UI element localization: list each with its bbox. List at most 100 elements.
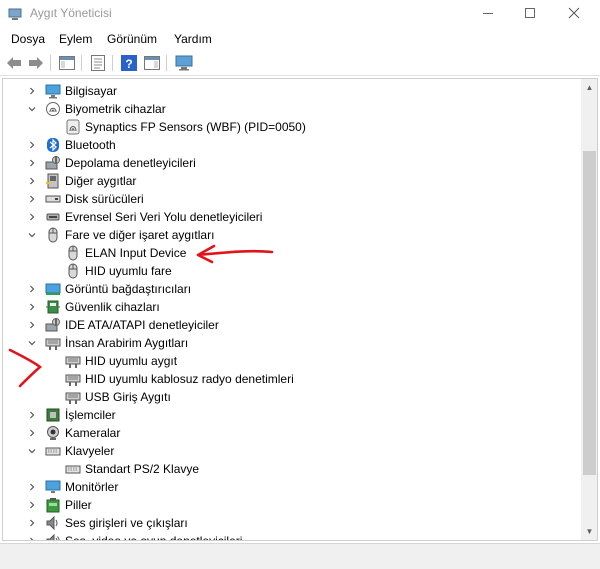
disk-drive-icon — [45, 195, 61, 203]
menu-bar: Dosya Eylem Görünüm Yardım — [0, 29, 600, 49]
close-button[interactable] — [552, 0, 596, 26]
chevron-right-icon[interactable] — [26, 427, 38, 439]
tree-device[interactable]: HID uyumlu fare — [3, 262, 579, 280]
tree-category[interactable]: IDE ATA/ATAPI denetleyiciler — [3, 316, 579, 334]
hid-icon — [65, 356, 81, 368]
tree-device[interactable]: HID uyumlu aygıt — [3, 352, 579, 370]
sound-controller-icon — [46, 533, 60, 540]
tree-category[interactable]: Monitörler — [3, 478, 579, 496]
help-button[interactable]: ? — [120, 54, 138, 72]
maximize-icon — [525, 8, 535, 18]
chevron-down-icon[interactable] — [26, 445, 38, 457]
tree-category[interactable]: Diğer aygıtlar — [3, 172, 579, 190]
tree-node-label: HID uyumlu kablosuz radyo denetimleri — [85, 372, 294, 386]
tree-device[interactable]: HID uyumlu kablosuz radyo denetimleri — [3, 370, 579, 388]
minimize-icon — [483, 12, 493, 14]
vertical-scrollbar[interactable]: ▲ ▼ — [581, 79, 597, 540]
status-bar — [0, 543, 600, 569]
tree-category[interactable]: Ses girişleri ve çıkışları — [3, 514, 579, 532]
chevron-right-icon[interactable] — [26, 481, 38, 493]
tree-category[interactable]: Güvenlik cihazları — [3, 298, 579, 316]
tree-category[interactable]: Piller — [3, 496, 579, 514]
svg-text:?: ? — [125, 57, 132, 71]
security-device-icon — [46, 300, 60, 314]
menu-gorunum[interactable]: Görünüm — [107, 32, 157, 46]
tree-category[interactable]: Ses, video ve oyun denetleyicileri — [3, 532, 579, 541]
back-button[interactable] — [5, 54, 23, 72]
chevron-right-icon[interactable] — [26, 499, 38, 511]
chevron-right-icon[interactable] — [26, 175, 38, 187]
chevron-right-icon[interactable] — [26, 517, 38, 529]
window-title: Aygıt Yöneticisi — [30, 6, 112, 20]
toolbar-separator — [81, 55, 82, 71]
chevron-right-icon[interactable] — [26, 211, 38, 223]
tree-category[interactable]: Biyometrik cihazlar — [3, 100, 579, 118]
chevron-right-icon[interactable] — [26, 157, 38, 169]
help-icon: ? — [121, 55, 137, 71]
tree-node-label: Kameralar — [65, 426, 121, 440]
show-hide-console-tree-button[interactable] — [58, 54, 76, 72]
chevron-right-icon[interactable] — [26, 193, 38, 205]
tree-category[interactable]: Fare ve diğer işaret aygıtları — [3, 226, 579, 244]
maximize-button[interactable] — [508, 0, 552, 26]
menu-eylem[interactable]: Eylem — [59, 32, 92, 46]
tree-category[interactable]: Bluetooth — [3, 136, 579, 154]
scan-hardware-button[interactable] — [175, 54, 193, 72]
tree-node-label: Klavyeler — [65, 444, 115, 458]
minimize-button[interactable] — [466, 0, 510, 26]
tree-category[interactable]: Bilgisayar — [3, 82, 579, 100]
chevron-right-icon[interactable] — [26, 85, 38, 97]
device-tree: Bilgisayar Biyometrik cihazlar Synaptics F… — [2, 78, 598, 541]
scroll-down-button[interactable]: ▼ — [581, 523, 597, 540]
usb-controller-icon — [46, 213, 60, 221]
tree-node-label: Görüntü bağdaştırıcıları — [65, 282, 192, 296]
keyboard-icon — [45, 447, 61, 456]
tree-category[interactable]: İşlemciler — [3, 406, 579, 424]
tree-category[interactable]: İnsan Arabirim Aygıtları — [3, 334, 579, 352]
tree-node-label: Fare ve diğer işaret aygıtları — [65, 228, 215, 242]
tree-device[interactable]: USB Giriş Aygıtı — [3, 388, 579, 406]
tree-node-label: USB Giriş Aygıtı — [85, 390, 171, 404]
chevron-down-icon[interactable] — [26, 229, 38, 241]
toolbar-separator — [50, 55, 51, 71]
chevron-right-icon[interactable] — [26, 409, 38, 421]
properties-button[interactable] — [89, 54, 107, 72]
chevron-down-icon[interactable] — [26, 103, 38, 115]
bluetooth-icon — [47, 138, 59, 152]
tree-device[interactable]: Synaptics FP Sensors (WBF) (PID=0050) — [3, 118, 579, 136]
device-manager-app-icon — [8, 8, 22, 20]
tree-node-label: HID uyumlu aygıt — [85, 354, 178, 368]
tree-device[interactable]: Standart PS/2 Klavye — [3, 460, 579, 478]
chevron-down-icon[interactable] — [26, 337, 38, 349]
chevron-right-icon[interactable] — [26, 319, 38, 331]
hid-icon — [65, 392, 81, 404]
toolbar-separator — [166, 55, 167, 71]
tree-node-label: IDE ATA/ATAPI denetleyiciler — [65, 318, 219, 332]
tree-category[interactable]: Evrensel Seri Veri Yolu denetleyicileri — [3, 208, 579, 226]
back-arrow-icon — [7, 57, 21, 69]
menu-yardim[interactable]: Yardım — [174, 32, 212, 46]
tree-category[interactable]: Klavyeler — [3, 442, 579, 460]
chevron-right-icon[interactable] — [26, 535, 38, 540]
tree-node-label: ELAN Input Device — [85, 246, 187, 260]
menu-dosya[interactable]: Dosya — [11, 32, 45, 46]
console-tree-icon — [59, 56, 75, 70]
biometric-icon — [46, 102, 60, 116]
forward-button[interactable] — [27, 54, 45, 72]
tree-category[interactable]: Disk sürücüleri — [3, 190, 579, 208]
display-adapter-icon — [45, 283, 61, 295]
tree-device[interactable]: ELAN Input Device — [3, 244, 579, 262]
tree-node-label: Diğer aygıtlar — [65, 174, 137, 188]
scroll-thumb[interactable] — [583, 151, 596, 475]
chevron-right-icon[interactable] — [26, 139, 38, 151]
tree-category[interactable]: Görüntü bağdaştırıcıları — [3, 280, 579, 298]
tree-category[interactable]: Kameralar — [3, 424, 579, 442]
tree-node-label: İşlemciler — [65, 408, 116, 422]
chevron-right-icon[interactable] — [26, 301, 38, 313]
tree-category[interactable]: Depolama denetleyicileri — [3, 154, 579, 172]
fingerprint-icon — [66, 119, 80, 135]
scroll-up-button[interactable]: ▲ — [581, 79, 597, 96]
chevron-right-icon[interactable] — [26, 283, 38, 295]
action-pane-button[interactable] — [143, 54, 161, 72]
tree-node-label: Ses, video ve oyun denetleyicileri — [65, 534, 243, 541]
